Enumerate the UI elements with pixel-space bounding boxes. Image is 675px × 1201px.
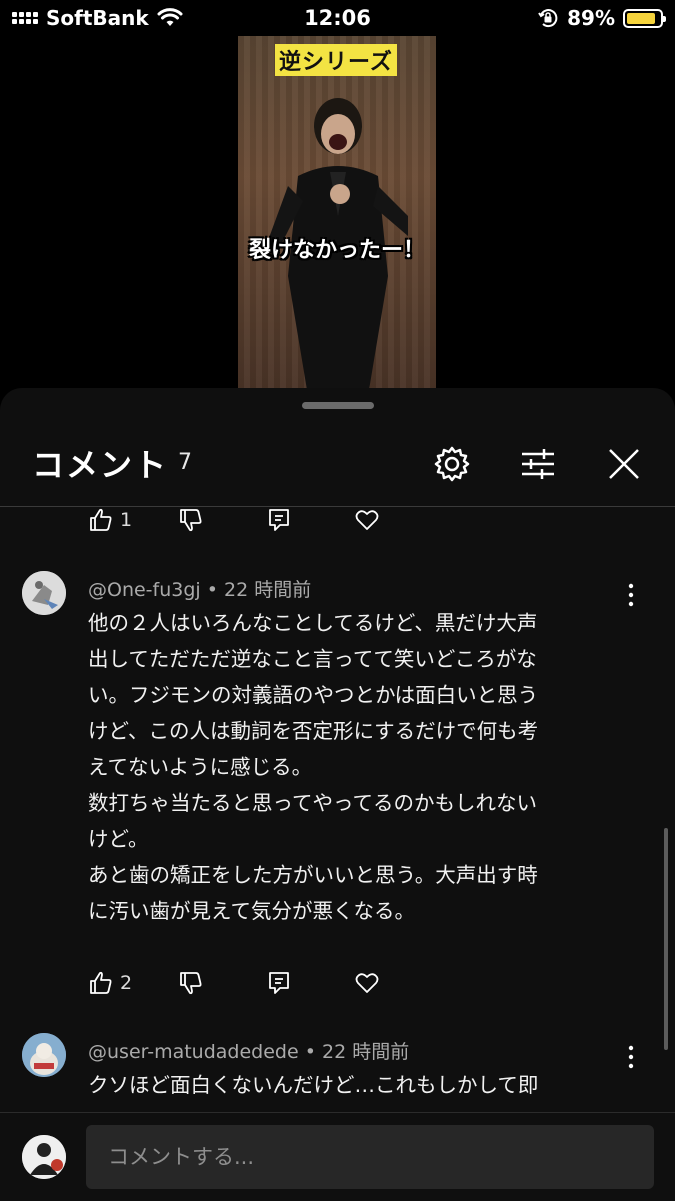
- gear-icon[interactable]: [432, 444, 472, 484]
- like-count: 2: [120, 972, 133, 994]
- comment-composer: [0, 1112, 675, 1201]
- like-count: 1: [120, 509, 133, 531]
- status-right: 89%: [537, 6, 666, 30]
- comment-time: 22 時間前: [322, 1041, 410, 1063]
- comments-sheet: コメント 7 1 @One-fu3gj • 22 時間前 他の２人はいろんなこと…: [0, 388, 675, 1200]
- comment-meta: @user-matudadedede • 22 時間前: [88, 1037, 409, 1064]
- heart-icon[interactable]: [354, 507, 380, 533]
- video-title: 逆シリーズ: [275, 44, 397, 76]
- battery-percent: 89%: [567, 6, 615, 30]
- reply-icon[interactable]: [266, 507, 292, 533]
- battery-icon: [623, 8, 666, 28]
- comment-time: 22 時間前: [224, 579, 312, 601]
- thumbs-up-icon[interactable]: [88, 507, 114, 533]
- comments-title: コメント: [32, 446, 169, 484]
- comment-author[interactable]: @One-fu3gj: [88, 579, 201, 601]
- video-caption: 裂けなかったー！: [248, 238, 425, 263]
- more-options-icon[interactable]: [621, 582, 641, 608]
- thumbs-down-icon[interactable]: [178, 970, 204, 996]
- meta-separator: •: [304, 1041, 316, 1063]
- scrollbar[interactable]: [664, 828, 668, 1050]
- status-bar: SoftBank 12:06 89%: [0, 0, 675, 38]
- comment-text: 他の２人はいろんなことしてるけど、黒だけ大声 出してただただ逆なこと言ってて笑い…: [88, 611, 539, 923]
- thumbs-up-icon[interactable]: [88, 970, 114, 996]
- orientation-lock-icon: [538, 9, 558, 28]
- sliders-icon[interactable]: [518, 444, 558, 484]
- close-icon[interactable]: [604, 444, 644, 484]
- comment-text: クソほど面白くないんだけど…これもしかして即: [88, 1073, 539, 1097]
- comment-author[interactable]: @user-matudadedede: [88, 1041, 299, 1063]
- thumbs-down-icon[interactable]: [178, 507, 204, 533]
- comments-list[interactable]: 1 @One-fu3gj • 22 時間前 他の２人はいろんなことしてるけど、黒…: [0, 507, 675, 1113]
- comments-count: 7: [178, 450, 192, 475]
- comment-actions: 1: [88, 507, 380, 533]
- drag-handle[interactable]: [302, 402, 374, 409]
- heart-icon[interactable]: [354, 970, 380, 996]
- video-player[interactable]: 逆シリーズ 裂けなかったー！: [238, 36, 436, 388]
- comment-meta: @One-fu3gj • 22 時間前: [88, 575, 311, 602]
- avatar[interactable]: [22, 1033, 66, 1077]
- meta-separator: •: [206, 579, 218, 601]
- avatar[interactable]: [22, 571, 66, 615]
- comment-input[interactable]: [86, 1125, 654, 1189]
- more-options-icon[interactable]: [621, 1044, 641, 1070]
- reply-icon[interactable]: [266, 970, 292, 996]
- user-avatar[interactable]: [22, 1135, 66, 1179]
- comment-actions: 2: [88, 970, 380, 996]
